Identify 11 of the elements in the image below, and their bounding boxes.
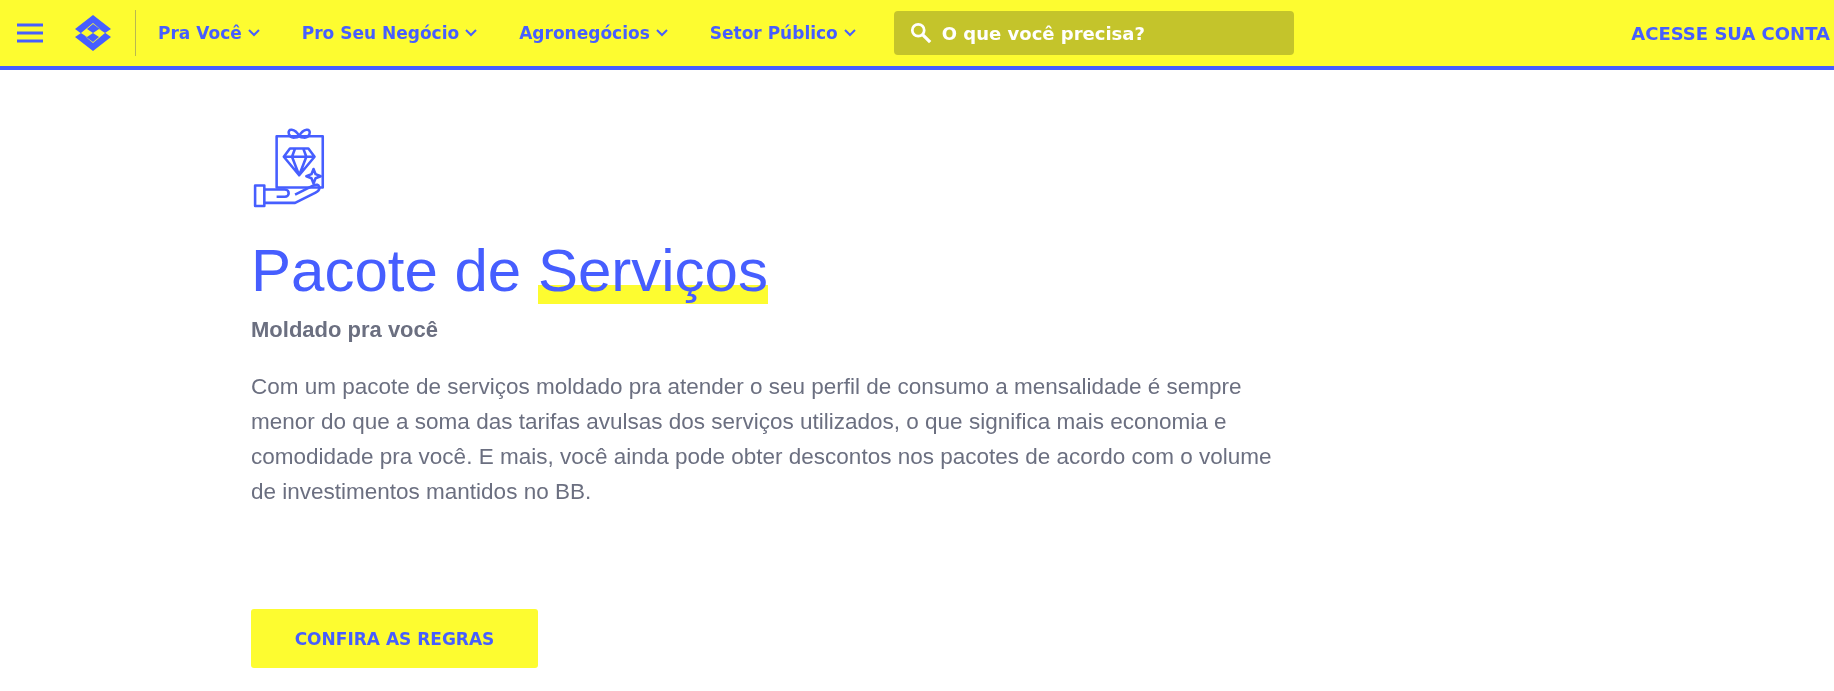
logo-icon[interactable] — [73, 13, 113, 53]
rules-button[interactable]: CONFIRA AS REGRAS — [251, 609, 538, 668]
account-link[interactable]: ACESSE SUA CONTA — [1631, 22, 1830, 44]
menu-icon[interactable] — [17, 23, 43, 43]
nav-link[interactable]: Pro Seu Negócio — [301, 23, 478, 43]
search-field[interactable]: O que você precisa? — [893, 11, 1294, 55]
nav-link[interactable]: Pra Você — [158, 23, 260, 43]
description-text: Com um pacote de serviços moldado pra atender o seu perfil de consumo a mensalidade é sempre menor do que a soma das tarifas avulsas dos serviços utilizados, o que significa mais economia e comodidade pra você. E mais, você ainda pode obter descontos nos pacotes de acordo com o volume de investimentos mantidos no BB. — [251, 373, 1273, 506]
nav-link[interactable]: Setor Público — [709, 23, 856, 43]
nav-link[interactable]: Agronegócios — [519, 23, 668, 43]
subtitle: Moldado pra você — [251, 317, 440, 343]
